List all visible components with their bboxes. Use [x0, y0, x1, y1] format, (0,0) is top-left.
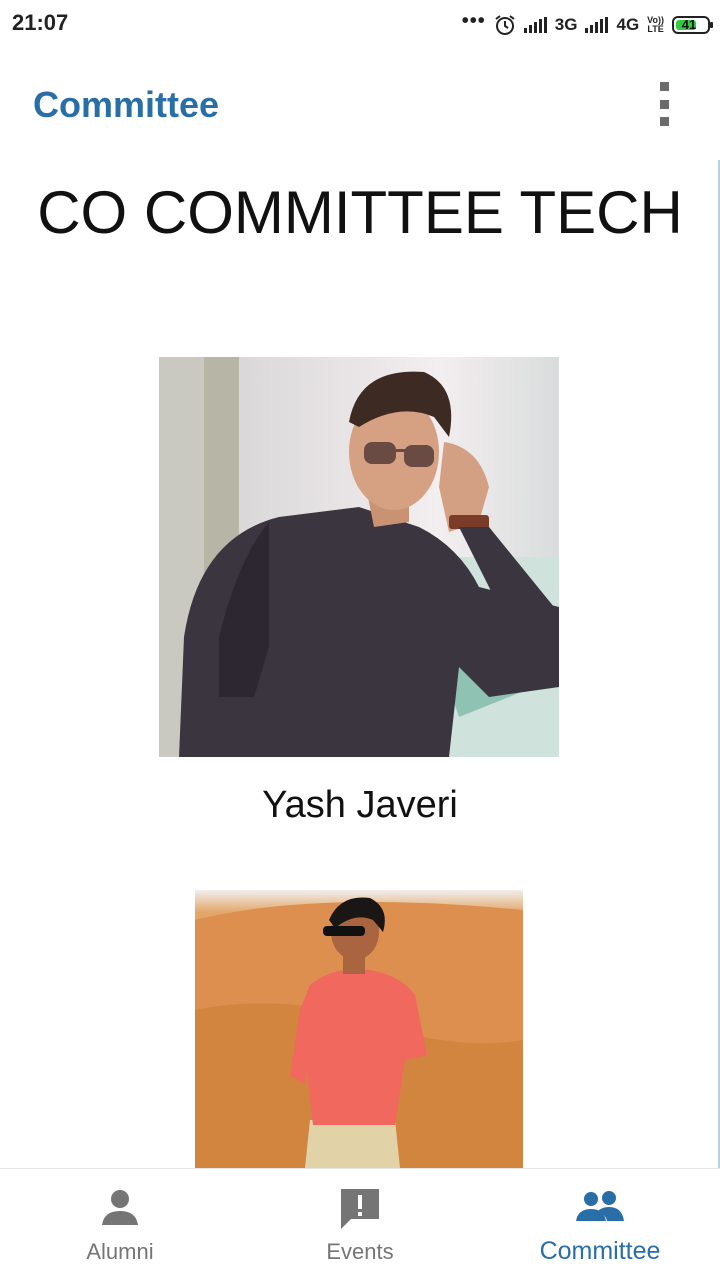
app-bar: Committee — [0, 50, 720, 160]
group-icon — [576, 1191, 624, 1221]
nav-label-events: Events — [326, 1239, 394, 1264]
battery-level: 41 — [681, 17, 697, 32]
nav-item-alumni[interactable]: Alumni — [0, 1169, 240, 1281]
more-vert-icon[interactable] — [652, 82, 676, 126]
bottom-navigation: Alumni Events Committee — [0, 1168, 720, 1281]
member-photo-image — [195, 897, 523, 1168]
network-3g-label: 3G — [554, 15, 578, 34]
signal-icon-2 — [585, 17, 609, 33]
member-photo — [159, 357, 559, 757]
app-title: Committee — [33, 84, 220, 125]
nav-item-committee[interactable]: Committee — [480, 1169, 720, 1281]
alarm-icon — [495, 15, 515, 35]
alert-chat-icon — [341, 1189, 379, 1229]
member-photo — [195, 890, 523, 1168]
person-icon — [102, 1190, 138, 1225]
status-bar: 21:07 ••• 3G 4G Vo)) LTE 41 — [0, 0, 720, 50]
committee-content[interactable]: CO COMMITTEE TECH Yash Javeri — [0, 160, 720, 1168]
nav-item-events[interactable]: Events — [240, 1169, 480, 1281]
nav-label-alumni: Alumni — [86, 1239, 154, 1264]
volte-icon: Vo)) LTE — [647, 15, 664, 34]
member-photo-image — [159, 357, 559, 757]
status-icons: ••• 3G 4G Vo)) LTE 41 — [461, 10, 713, 40]
member-name: Yash Javeri — [262, 784, 458, 826]
section-heading: CO COMMITTEE TECH — [37, 179, 683, 246]
signal-icon-1 — [523, 17, 547, 33]
nav-label-committee: Committee — [539, 1237, 661, 1265]
network-4g-label: 4G — [616, 15, 640, 34]
battery-icon: 41 — [672, 16, 713, 34]
status-time: 21:07 — [12, 10, 69, 35]
more-notifications-icon: ••• — [461, 10, 486, 32]
